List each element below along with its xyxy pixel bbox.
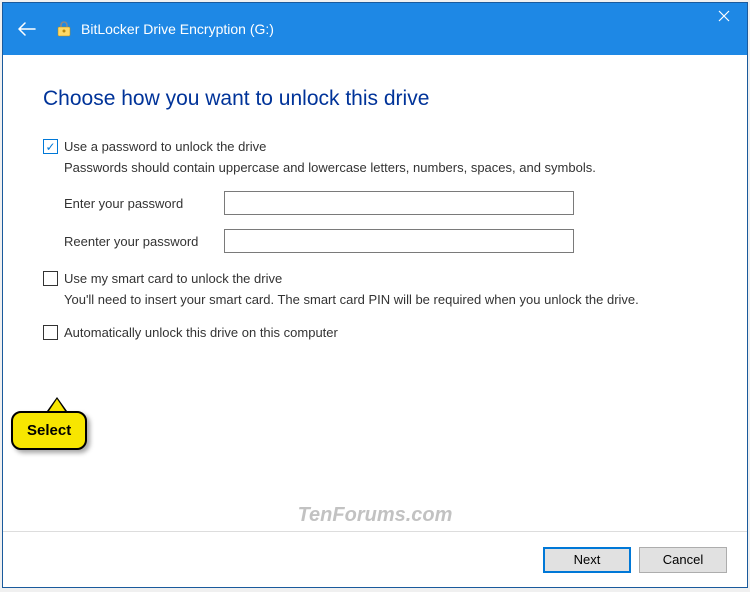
back-button[interactable] [15,17,39,41]
use-smartcard-label: Use my smart card to unlock the drive [64,271,282,286]
close-button[interactable] [701,1,747,31]
back-arrow-icon [18,22,36,36]
reenter-password-input[interactable] [224,229,574,253]
callout-text: Select [11,411,87,450]
smartcard-hint: You'll need to insert your smart card. T… [64,292,707,307]
wizard-footer: Next Cancel [3,531,747,587]
wizard-content: Choose how you want to unlock this drive… [3,55,747,531]
reenter-password-label: Reenter your password [64,234,224,249]
annotation-callout: Select [11,397,87,450]
close-icon [718,10,730,22]
use-password-checkbox[interactable]: ✓ [43,139,58,154]
auto-unlock-label: Automatically unlock this drive on this … [64,325,338,340]
enter-password-input[interactable] [224,191,574,215]
next-button[interactable]: Next [543,547,631,573]
enter-password-label: Enter your password [64,196,224,211]
window-title: BitLocker Drive Encryption (G:) [81,21,274,37]
auto-unlock-option-group: Automatically unlock this drive on this … [43,325,707,340]
titlebar: BitLocker Drive Encryption (G:) [3,3,747,55]
password-hint: Passwords should contain uppercase and l… [64,160,707,175]
use-smartcard-checkbox[interactable] [43,271,58,286]
callout-tail-icon [47,397,67,411]
bitlocker-wizard-window: BitLocker Drive Encryption (G:) Choose h… [2,2,748,588]
smartcard-option-group: Use my smart card to unlock the drive Yo… [43,271,707,307]
password-option-group: ✓ Use a password to unlock the drive Pas… [43,139,707,253]
check-icon: ✓ [45,141,55,153]
use-password-label: Use a password to unlock the drive [64,139,266,154]
auto-unlock-checkbox[interactable] [43,325,58,340]
cancel-button[interactable]: Cancel [639,547,727,573]
page-heading: Choose how you want to unlock this drive [43,87,707,111]
bitlocker-icon [55,20,73,38]
